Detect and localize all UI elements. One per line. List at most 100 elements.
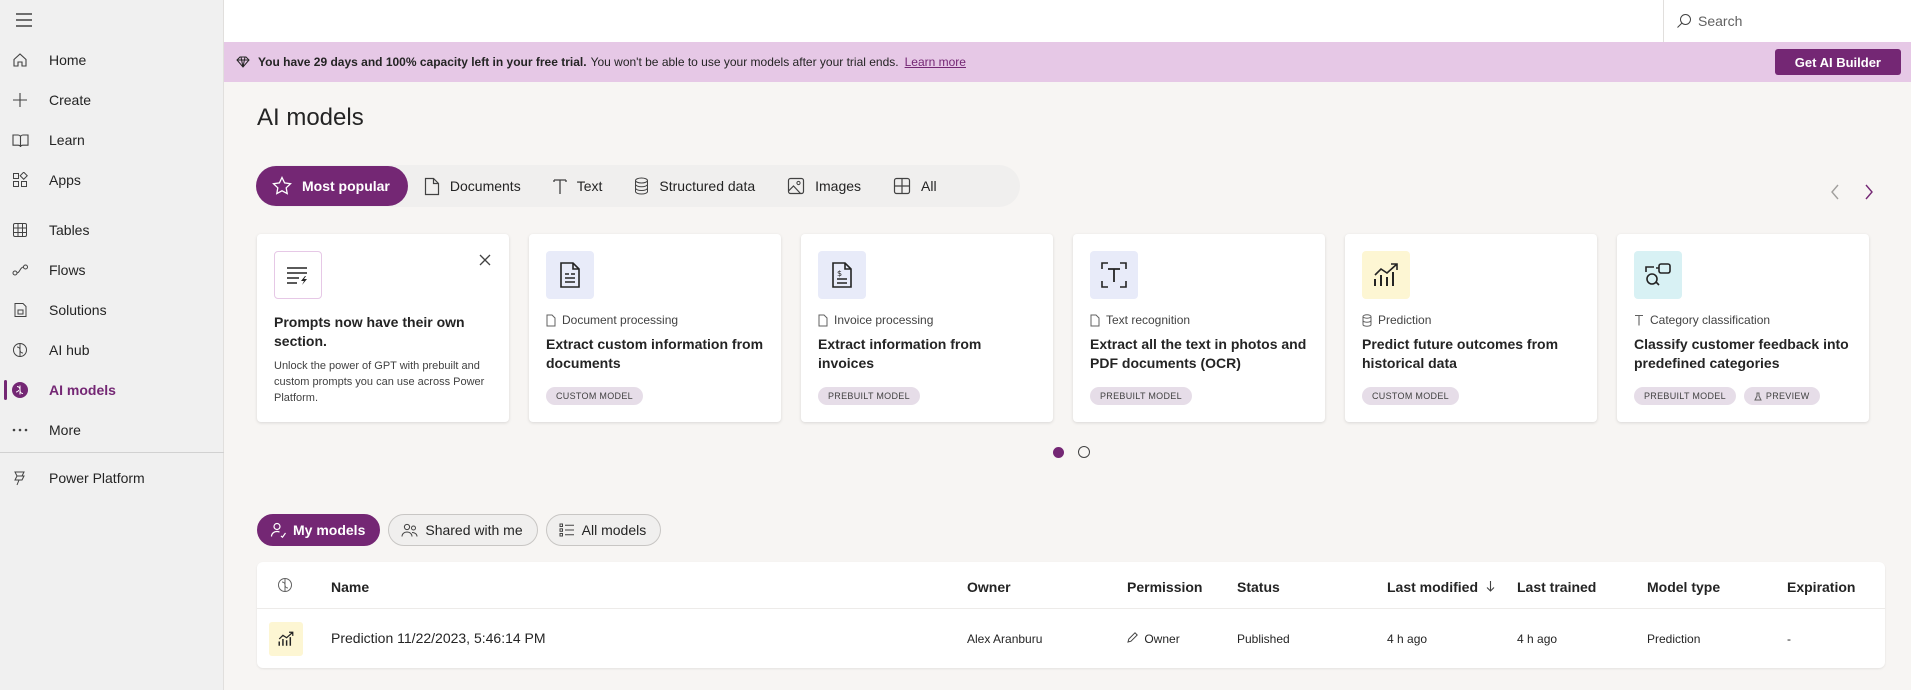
tab-label: Structured data: [659, 178, 756, 194]
sidebar-item-ai-hub[interactable]: AI hub: [0, 330, 224, 370]
document-icon: [424, 177, 439, 195]
tab-label: Documents: [449, 178, 521, 194]
model-name-link[interactable]: Prediction 11/22/2023, 5:46:14 PM: [331, 630, 546, 646]
column-header-last-trained[interactable]: Last trained: [1517, 579, 1596, 595]
sidebar-item-apps[interactable]: Apps: [0, 160, 224, 200]
grid-icon: [893, 177, 911, 195]
model-type-cell: Prediction: [1647, 632, 1701, 646]
nav-divider: [0, 452, 224, 453]
solutions-icon: [11, 301, 29, 319]
sidebar-item-learn[interactable]: Learn: [0, 120, 224, 160]
expiration-cell: -: [1787, 632, 1791, 646]
prediction-chart-icon: [269, 622, 303, 656]
model-filter-tabs: My models Shared with me All models: [257, 514, 662, 546]
model-type-badge: PREBUILT MODEL: [1090, 387, 1192, 405]
sidebar-item-solutions[interactable]: Solutions: [0, 290, 224, 330]
tab-shared-with-me[interactable]: Shared with me: [388, 514, 538, 546]
search-box[interactable]: Search: [1663, 0, 1911, 42]
search-icon: [1677, 14, 1691, 28]
models-table: Name Owner Permission Status Last modifi…: [257, 562, 1885, 668]
sidebar-item-label: AI hub: [49, 342, 90, 358]
tab-most-popular[interactable]: Most popular: [256, 166, 408, 206]
prediction-chart-icon: [1362, 251, 1410, 299]
tab-documents[interactable]: Documents: [408, 166, 537, 206]
svg-text:$: $: [837, 269, 842, 278]
owner-cell: Alex Aranburu: [967, 632, 1043, 646]
document-icon: [1090, 314, 1100, 326]
page-dot-1[interactable]: [1053, 447, 1064, 458]
get-ai-builder-button[interactable]: Get AI Builder: [1774, 49, 1901, 75]
card-description: Unlock the power of GPT with prebuilt an…: [274, 360, 485, 404]
last-modified-cell: 4 h ago: [1387, 632, 1428, 646]
tab-text[interactable]: Text: [537, 166, 619, 206]
search-placeholder: Search: [1698, 13, 1743, 29]
star-icon: [272, 176, 292, 195]
sidebar-item-label: More: [49, 422, 81, 438]
sidebar-item-create[interactable]: Create: [0, 80, 224, 120]
document-icon: [546, 314, 556, 326]
card-category: Invoice processing: [818, 312, 1036, 328]
person-icon: [270, 522, 286, 538]
book-icon: [11, 131, 29, 149]
flask-icon: [1754, 392, 1762, 400]
chevron-left-icon: [1831, 184, 1839, 200]
home-icon: [11, 51, 29, 69]
trial-warning-text: You won't be able to use your models aft…: [590, 55, 899, 69]
tab-all[interactable]: All: [877, 166, 953, 206]
prompt-icon: [274, 251, 322, 299]
list-icon: [559, 523, 574, 537]
card-title: Predict future outcomes from historical …: [1362, 336, 1559, 371]
tab-my-models[interactable]: My models: [257, 514, 381, 546]
sidebar-item-label: Tables: [49, 222, 90, 238]
column-header-owner[interactable]: Owner: [967, 579, 1011, 595]
card-title: Extract all the text in photos and PDF d…: [1090, 336, 1307, 371]
column-header-last-modified[interactable]: Last modified: [1387, 579, 1495, 595]
carousel-pagination: [1053, 446, 1090, 458]
classification-icon: [1634, 251, 1682, 299]
column-header-status[interactable]: Status: [1237, 579, 1280, 595]
card-category: Document processing: [546, 312, 764, 328]
model-card-invoice-processing[interactable]: $ Invoice processing Extract information…: [801, 234, 1053, 422]
sidebar-item-flows[interactable]: Flows: [0, 250, 224, 290]
column-header-model-type[interactable]: Model type: [1647, 579, 1720, 595]
close-icon[interactable]: [477, 252, 493, 268]
table-header: Name Owner Permission Status Last modifi…: [257, 562, 1885, 609]
sidebar-item-label: Create: [49, 92, 92, 108]
sidebar-item-more[interactable]: More: [0, 410, 224, 450]
sidebar-item-power-platform[interactable]: Power Platform: [0, 458, 224, 498]
text-recognition-icon: [1090, 251, 1138, 299]
pencil-icon: [1127, 632, 1138, 643]
model-type-badge: CUSTOM MODEL: [546, 387, 643, 405]
flow-icon: [11, 261, 29, 279]
tab-structured-data[interactable]: Structured data: [618, 166, 771, 206]
table-row[interactable]: Prediction 11/22/2023, 5:46:14 PM Alex A…: [257, 610, 1885, 668]
model-card-category-classification[interactable]: Category classification Classify custome…: [1617, 234, 1869, 422]
document-icon: [818, 314, 828, 326]
carousel-previous-button[interactable]: [1825, 182, 1845, 202]
chevron-right-icon: [1865, 184, 1873, 200]
column-header-expiration[interactable]: Expiration: [1787, 579, 1855, 595]
tab-all-models[interactable]: All models: [545, 514, 662, 546]
tab-images[interactable]: Images: [771, 166, 877, 206]
model-card-prediction[interactable]: Prediction Predict future outcomes from …: [1345, 234, 1597, 422]
diamond-icon: [236, 56, 250, 68]
model-card-text-recognition[interactable]: Text recognition Extract all the text in…: [1073, 234, 1325, 422]
sidebar-item-tables[interactable]: Tables: [0, 210, 224, 250]
column-header-permission[interactable]: Permission: [1127, 579, 1202, 595]
tab-label: All: [921, 178, 937, 194]
sidebar-item-ai-models[interactable]: AI models: [0, 370, 224, 410]
carousel-next-button[interactable]: [1859, 182, 1879, 202]
text-icon: [1635, 314, 1643, 326]
card-title: Classify customer feedback into predefin…: [1634, 336, 1849, 371]
page-dot-2[interactable]: [1078, 446, 1090, 458]
people-icon: [401, 523, 418, 537]
learn-more-link[interactable]: Learn more: [905, 55, 966, 69]
document-processing-icon: [546, 251, 594, 299]
column-header-name[interactable]: Name: [331, 579, 369, 595]
hamburger-menu-icon[interactable]: [12, 8, 36, 32]
permission-cell: Owner: [1127, 632, 1180, 646]
trial-status-text: You have 29 days and 100% capacity left …: [258, 55, 587, 69]
sidebar-item-home[interactable]: Home: [0, 40, 224, 80]
model-card-document-processing[interactable]: Document processing Extract custom infor…: [529, 234, 781, 422]
card-title: Extract information from invoices: [818, 336, 982, 371]
